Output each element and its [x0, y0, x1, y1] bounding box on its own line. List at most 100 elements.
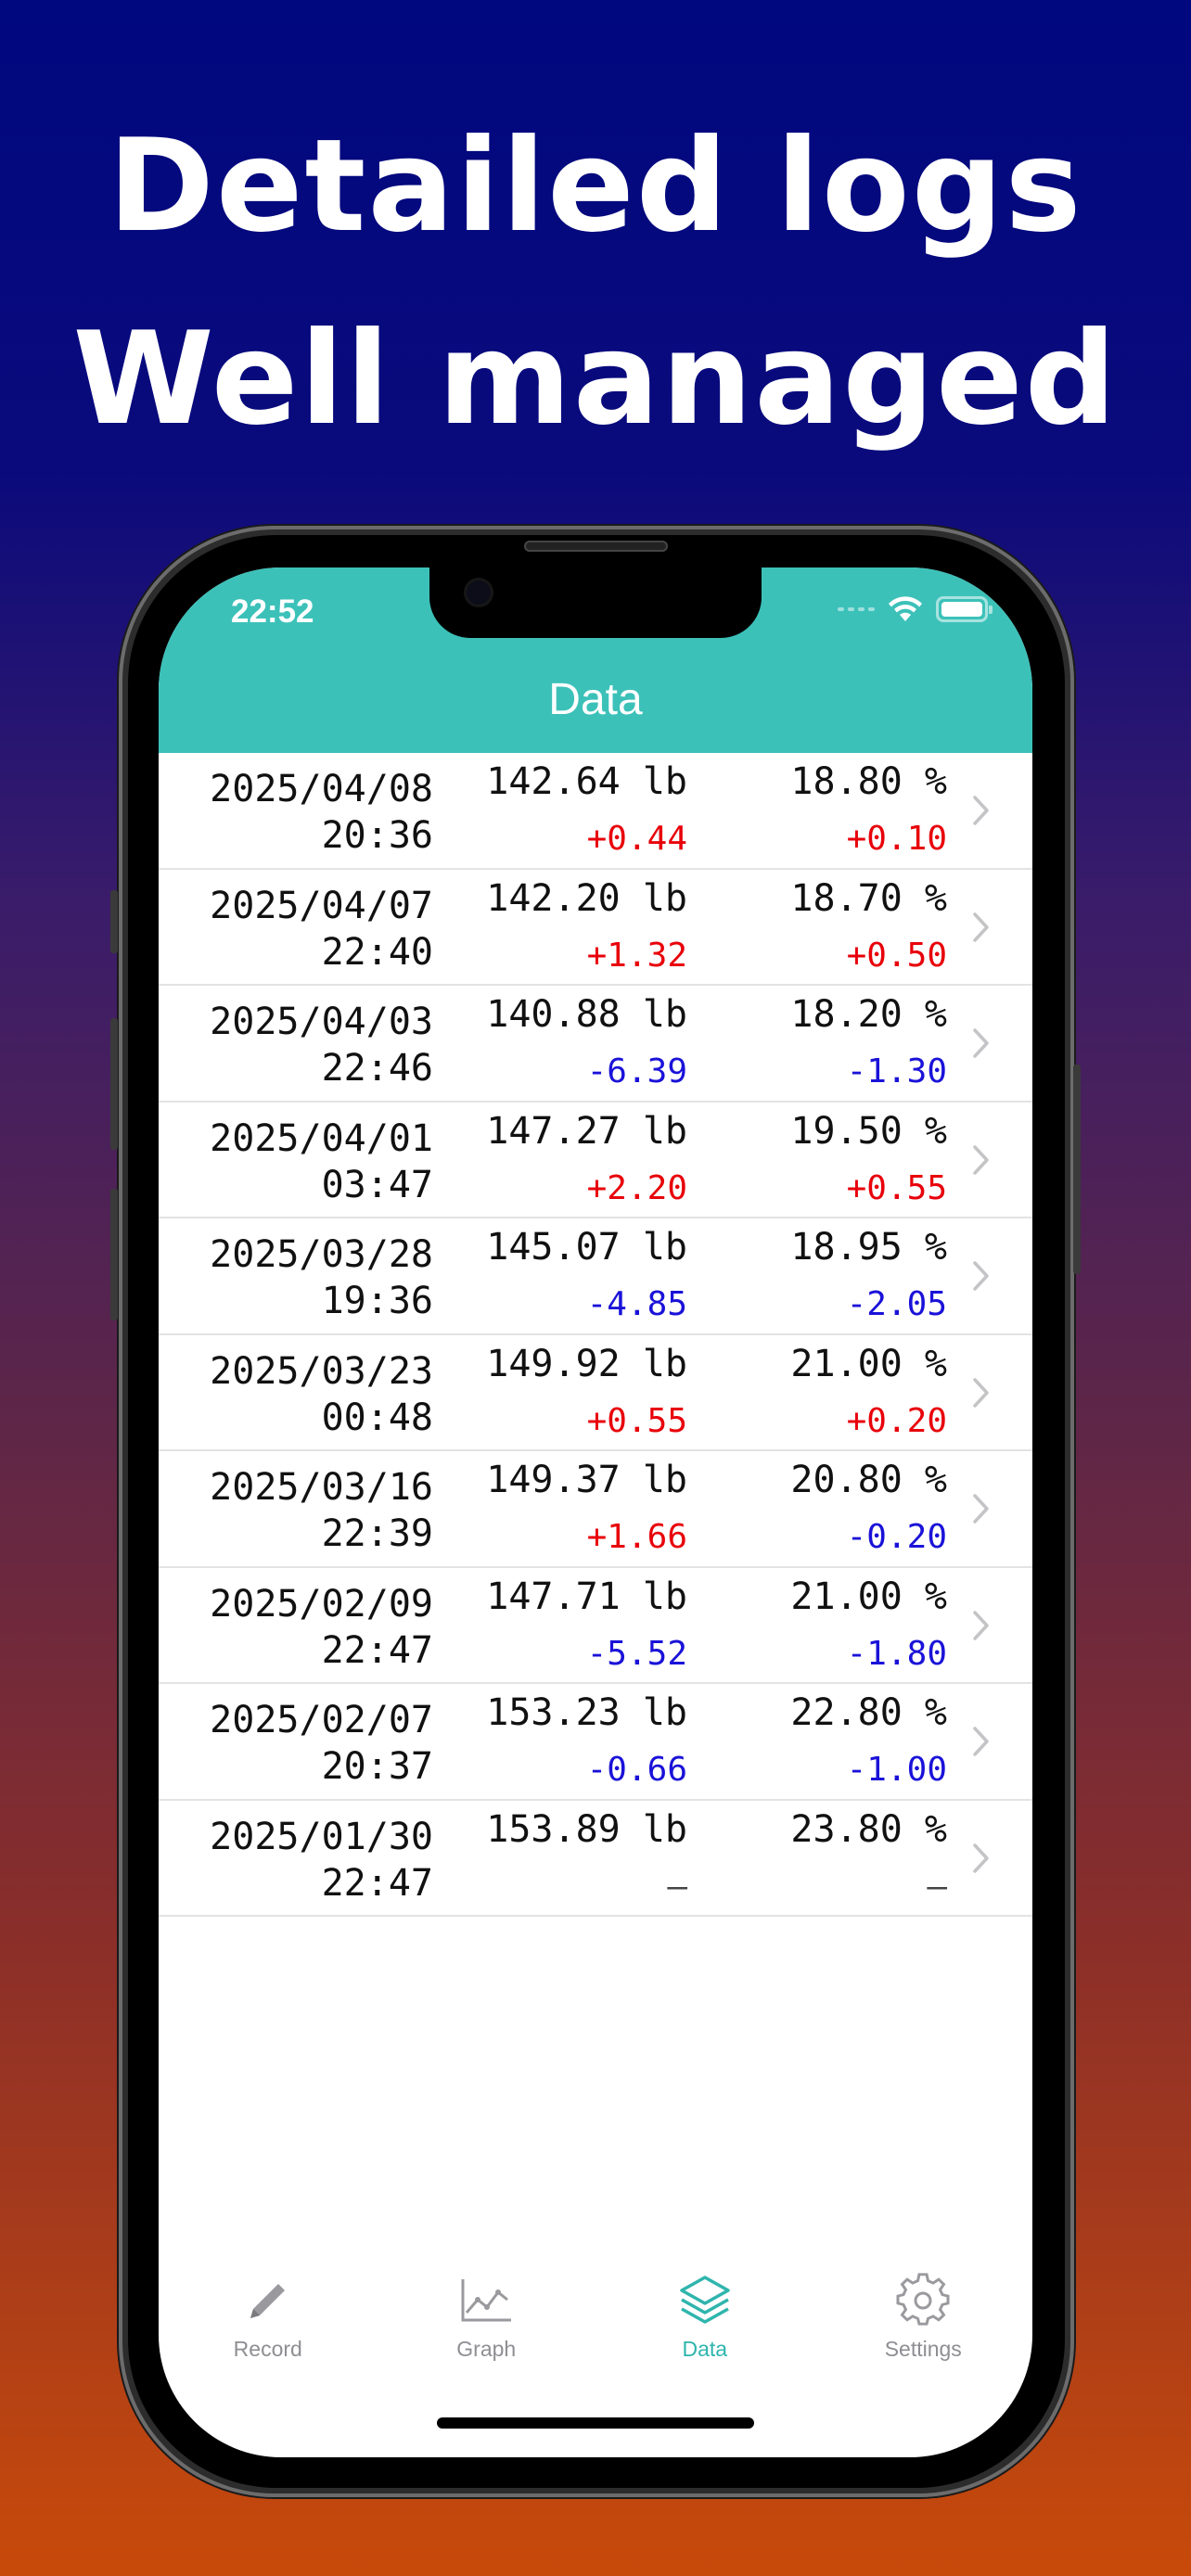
record-date: 2025/04/01 [210, 1116, 433, 1160]
chevron-right-icon [973, 1494, 989, 1524]
record-datetime: 2025/04/08 20:36 [210, 766, 433, 859]
home-indicator [437, 2417, 754, 2429]
record-datetime: 2025/03/23 00:48 [210, 1348, 433, 1441]
record-date: 2025/04/08 [210, 768, 433, 810]
record-weight-diff: +1.32 [586, 936, 687, 975]
record-time: 03:47 [321, 1163, 433, 1206]
record-time: 00:48 [321, 1396, 433, 1439]
chevron-right-icon [973, 796, 989, 825]
phone-screen: 22:52 Data 2025/04/08 20:36 142.64 lb +0.44… [159, 567, 1032, 2457]
list-item[interactable]: 2025/04/03 22:46 140.88 lb -6.39 18.20 % -1.3… [159, 986, 1032, 1103]
record-weight: 147.27 lb [486, 1109, 687, 1153]
record-weight: 149.37 lb [486, 1459, 687, 1501]
record-time: 19:36 [321, 1280, 433, 1322]
tab-settings[interactable]: Settings [814, 2255, 1033, 2385]
record-time: 22:46 [321, 1047, 433, 1090]
record-time: 22:40 [321, 930, 433, 974]
tab-graph[interactable]: Graph [378, 2255, 596, 2385]
front-camera [467, 580, 491, 605]
camera-notch [429, 567, 762, 638]
record-body-fat: 18.80 % [790, 760, 947, 803]
chevron-right-icon [973, 912, 989, 942]
record-body-fat: 21.00 % [790, 1342, 947, 1385]
record-body-fat: 21.00 % [790, 1575, 947, 1618]
record-weight-diff: +2.20 [586, 1168, 687, 1207]
list-item[interactable]: 2025/02/09 22:47 147.71 lb -5.52 21.00 % -1.8… [159, 1568, 1032, 1684]
list-item[interactable]: 2025/03/16 22:39 149.37 lb +1.66 20.80 % -0.2… [159, 1451, 1032, 1568]
record-body-fat: 18.70 % [790, 876, 947, 920]
page-title: Data [548, 675, 643, 724]
record-body-fat: 18.95 % [790, 1226, 947, 1269]
list-item[interactable]: 2025/02/07 20:37 153.23 lb -0.66 22.80 % -1.0… [159, 1684, 1032, 1801]
record-body-fat: 18.20 % [790, 993, 947, 1036]
record-body-fat-diff: -0.20 [846, 1518, 947, 1556]
record-body-fat-diff: +0.20 [846, 1401, 947, 1440]
tab-bar: Record Graph Data Settings [159, 2255, 1032, 2385]
record-weight: 145.07 lb [486, 1226, 687, 1269]
record-body-fat-diff: -1.80 [846, 1634, 947, 1673]
mute-switch [110, 890, 118, 953]
status-time: 22:52 [231, 593, 314, 630]
record-date: 2025/02/07 [210, 1699, 433, 1741]
list-item[interactable]: 2025/03/23 00:48 149.92 lb +0.55 21.00 % +0.2… [159, 1335, 1032, 1451]
tab-label: Data [682, 2337, 728, 2361]
list-item[interactable]: 2025/03/28 19:36 145.07 lb -4.85 18.95 % -2.0… [159, 1218, 1032, 1335]
battery-icon [936, 596, 992, 622]
list-item[interactable]: 2025/04/07 22:40 142.20 lb +1.32 18.70 % +0.5… [159, 870, 1032, 986]
record-date: 2025/01/30 [210, 1815, 433, 1858]
record-weight: 142.64 lb [486, 760, 687, 803]
record-weight-diff: -4.85 [586, 1285, 687, 1323]
record-body-fat-diff: -1.30 [846, 1052, 947, 1090]
record-time: 22:47 [321, 1861, 433, 1905]
record-body-fat-diff: +0.55 [846, 1168, 947, 1207]
tab-label: Settings [884, 2337, 962, 2361]
record-datetime: 2025/03/28 19:36 [210, 1231, 433, 1324]
record-datetime: 2025/04/03 22:46 [210, 999, 433, 1091]
record-datetime: 2025/01/30 22:47 [210, 1814, 433, 1906]
record-body-fat-diff: -2.05 [846, 1285, 947, 1323]
record-date: 2025/04/07 [210, 884, 433, 927]
record-datetime: 2025/04/01 03:47 [210, 1116, 433, 1208]
record-date: 2025/04/03 [210, 1001, 433, 1043]
record-time: 22:47 [321, 1628, 433, 1672]
volume-down-button [110, 1189, 118, 1320]
record-body-fat-diff: +0.10 [846, 820, 947, 858]
record-body-fat: 20.80 % [790, 1459, 947, 1501]
gear-icon [896, 2273, 950, 2326]
record-weight-diff: -5.52 [586, 1634, 687, 1673]
record-body-fat: 23.80 % [790, 1807, 947, 1851]
chevron-right-icon [973, 1610, 989, 1640]
power-button [1073, 1065, 1081, 1274]
record-date: 2025/03/16 [210, 1466, 433, 1509]
chevron-right-icon [973, 1377, 989, 1408]
chevron-right-icon [973, 1843, 989, 1873]
record-time: 20:36 [321, 814, 433, 857]
record-weight: 142.20 lb [486, 876, 687, 920]
chart-line-icon [461, 2279, 512, 2322]
list-item[interactable]: 2025/04/08 20:36 142.64 lb +0.44 18.80 % +0.1… [159, 753, 1032, 870]
tab-data[interactable]: Data [596, 2255, 814, 2385]
tab-label: Record [233, 2337, 302, 2361]
record-weight: 153.23 lb [486, 1691, 687, 1734]
tab-record[interactable]: Record [159, 2255, 378, 2385]
pencil-icon [250, 2284, 285, 2318]
record-body-fat-diff: -1.00 [846, 1751, 947, 1789]
record-weight-diff: -6.39 [586, 1052, 687, 1090]
tab-label: Graph [456, 2337, 517, 2361]
record-weight-diff: +0.55 [586, 1401, 687, 1440]
record-date: 2025/02/09 [210, 1582, 433, 1626]
records-list: 2025/04/08 20:36 142.64 lb +0.44 18.80 % +0.1… [159, 753, 1032, 1917]
promo-headline-line1: Detailed logs [108, 111, 1083, 261]
record-body-fat-diff: +0.50 [846, 936, 947, 975]
record-date: 2025/03/28 [210, 1233, 433, 1276]
record-weight: 147.71 lb [486, 1575, 687, 1618]
chevron-right-icon [973, 1261, 989, 1291]
status-icons [838, 595, 992, 623]
list-item[interactable]: 2025/01/30 22:47 153.89 lb – 23.80 % – [159, 1801, 1032, 1917]
list-item[interactable]: 2025/04/01 03:47 147.27 lb +2.20 19.50 % +0.5… [159, 1103, 1032, 1218]
record-body-fat: 22.80 % [790, 1691, 947, 1734]
record-weight-diff: +1.66 [586, 1518, 687, 1556]
record-weight-diff: – [667, 1867, 687, 1906]
record-weight: 153.89 lb [486, 1807, 687, 1851]
record-datetime: 2025/02/07 20:37 [210, 1697, 433, 1790]
